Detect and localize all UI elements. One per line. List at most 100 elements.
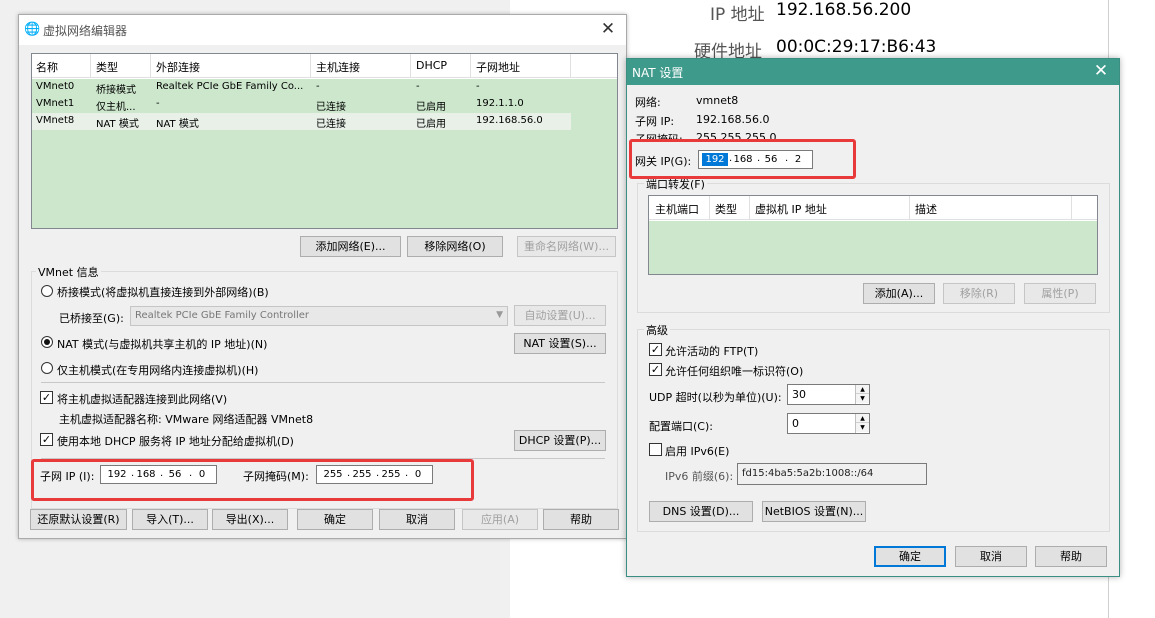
pf-add-button[interactable]: 添加(A)...: [863, 283, 935, 304]
bg-ip-label: IP 地址: [710, 5, 765, 25]
network-label: 网络:: [635, 96, 661, 109]
col-description[interactable]: 描述: [915, 201, 937, 217]
host-only-radio[interactable]: [41, 362, 53, 374]
table-row[interactable]: VMnet0 桥接模式 Realtek PCIe GbE Family Co..…: [32, 79, 617, 96]
config-port-label: 配置端口(C):: [649, 420, 713, 433]
highlight-box: [31, 459, 474, 501]
nat-settings-dialog: NAT 设置 ✕ 网络: vmnet8 子网 IP: 192.168.56.0 …: [626, 58, 1120, 577]
ipv6-prefix-label: IPv6 前缀(6):: [665, 470, 734, 483]
bg-ip-value: 192.168.56.200: [776, 0, 912, 20]
udp-timeout-stepper[interactable]: 30 ▲ ▼: [787, 384, 870, 405]
pf-remove-button[interactable]: 移除(R): [943, 283, 1015, 304]
close-icon[interactable]: ✕: [1091, 61, 1111, 81]
allow-oui-label[interactable]: 允许任何组织唯一标识符(O): [665, 363, 803, 379]
use-dhcp-label[interactable]: 使用本地 DHCP 服务将 IP 地址分配给虚拟机(D): [57, 433, 294, 449]
bg-mac-value: 00:0C:29:17:B6:43: [776, 37, 937, 57]
row-cell: 已启用: [416, 119, 446, 130]
col-type[interactable]: 类型: [715, 201, 737, 217]
table-row-selected[interactable]: VMnet8 NAT 模式 NAT 模式 已连接 已启用 192.168.56.…: [32, 113, 571, 130]
dns-settings-button[interactable]: DNS 设置(D)...: [649, 501, 753, 522]
adapter-name-label: 主机虚拟适配器名称: VMware 网络适配器 VMnet8: [59, 413, 314, 426]
row-cell: VMnet8: [36, 115, 75, 126]
highlight-box: [629, 139, 856, 179]
bridged-to-value: Realtek PCIe GbE Family Controller: [135, 310, 310, 321]
row-cell: 已启用: [416, 102, 446, 113]
auto-settings-button[interactable]: 自动设置(U)...: [514, 305, 606, 326]
row-cell: 192.168.56.0: [476, 115, 543, 126]
use-dhcp-checkbox[interactable]: ✓: [40, 433, 53, 446]
row-cell: NAT 模式: [96, 119, 139, 130]
enable-ipv6-label[interactable]: 启用 IPv6(E): [665, 443, 729, 459]
chevron-down-icon[interactable]: ▼: [856, 423, 869, 432]
row-cell: 已连接: [316, 119, 346, 130]
ipv6-prefix-field[interactable]: fd15:4ba5:5a2b:1008::/64: [737, 463, 927, 485]
col-type[interactable]: 类型: [96, 59, 118, 75]
row-cell: NAT 模式: [156, 119, 199, 130]
nat-mode-label[interactable]: NAT 模式(与虚拟机共享主机的 IP 地址)(N): [57, 336, 267, 352]
row-cell: 已连接: [316, 102, 346, 113]
chevron-up-icon[interactable]: ▲: [856, 385, 869, 394]
connect-adapter-label[interactable]: 将主机虚拟适配器连接到此网络(V): [57, 391, 227, 407]
row-cell: -: [316, 81, 320, 92]
separator: [41, 382, 605, 383]
import-button[interactable]: 导入(T)...: [132, 509, 208, 530]
col-external[interactable]: 外部连接: [156, 59, 200, 75]
allow-ftp-label[interactable]: 允许活动的 FTP(T): [665, 343, 758, 359]
allow-oui-checkbox[interactable]: ✓: [649, 363, 662, 376]
subnet-ip-value: 192.168.56.0: [696, 113, 770, 126]
col-host-port[interactable]: 主机端口: [655, 201, 699, 217]
chevron-down-icon[interactable]: ▼: [856, 394, 869, 403]
port-forwarding-list[interactable]: 主机端口 类型 虚拟机 IP 地址 描述: [648, 195, 1098, 275]
col-name[interactable]: 名称: [36, 59, 58, 75]
export-button[interactable]: 导出(X)...: [212, 509, 288, 530]
pf-properties-button[interactable]: 属性(P): [1024, 283, 1096, 304]
udp-timeout-label: UDP 超时(以秒为单位)(U):: [649, 391, 782, 404]
bridged-mode-label[interactable]: 桥接模式(将虚拟机直接连接到外部网络)(B): [57, 284, 269, 300]
remove-network-button[interactable]: 移除网络(O): [407, 236, 503, 257]
enable-ipv6-checkbox[interactable]: [649, 443, 662, 456]
port-forwarding-header: 主机端口 类型 虚拟机 IP 地址 描述: [649, 196, 1097, 220]
restore-defaults-button[interactable]: 还原默认设置(R): [30, 509, 127, 530]
advanced-label: 高级: [644, 322, 670, 338]
dhcp-settings-button[interactable]: DHCP 设置(P)...: [514, 430, 606, 451]
col-dhcp[interactable]: DHCP: [416, 59, 447, 72]
close-icon[interactable]: ✕: [598, 19, 618, 39]
nat-cancel-button[interactable]: 取消: [955, 546, 1027, 567]
col-subnet[interactable]: 子网地址: [476, 59, 520, 75]
apply-button[interactable]: 应用(A): [462, 509, 538, 530]
nat-ok-button[interactable]: 确定: [874, 546, 946, 567]
config-port-stepper[interactable]: 0 ▲ ▼: [787, 413, 870, 434]
row-cell: VMnet0: [36, 81, 75, 92]
network-list[interactable]: 名称 类型 外部连接 主机连接 DHCP 子网地址 VMnet0 桥接模式 Re…: [31, 53, 618, 229]
netbios-settings-button[interactable]: NetBIOS 设置(N)...: [762, 501, 866, 522]
editor-titlebar: 🌐 虚拟网络编辑器 ✕: [19, 15, 626, 45]
nat-settings-button[interactable]: NAT 设置(S)...: [514, 333, 606, 354]
row-cell: Realtek PCIe GbE Family Co...: [156, 81, 304, 92]
row-cell: VMnet1: [36, 98, 75, 109]
host-only-label[interactable]: 仅主机模式(在专用网络内连接虚拟机)(H): [57, 362, 258, 378]
col-host[interactable]: 主机连接: [316, 59, 360, 75]
cancel-button[interactable]: 取消: [379, 509, 455, 530]
nat-help-button[interactable]: 帮助: [1035, 546, 1107, 567]
chevron-down-icon: ▼: [496, 310, 503, 320]
virtual-network-editor-dialog: 🌐 虚拟网络编辑器 ✕ 名称 类型 外部连接 主机连接 DHCP 子网地址 VM…: [18, 14, 627, 539]
chevron-up-icon[interactable]: ▲: [856, 414, 869, 423]
rename-network-button[interactable]: 重命名网络(W)...: [517, 236, 616, 257]
connect-adapter-checkbox[interactable]: ✓: [40, 391, 53, 404]
help-button[interactable]: 帮助: [543, 509, 619, 530]
udp-timeout-value: 30: [792, 388, 806, 401]
nat-titlebar: NAT 设置 ✕: [627, 59, 1119, 85]
port-forwarding-body: [649, 221, 1097, 274]
allow-ftp-checkbox[interactable]: ✓: [649, 343, 662, 356]
add-network-button[interactable]: 添加网络(E)...: [300, 236, 401, 257]
ok-button[interactable]: 确定: [297, 509, 373, 530]
bridged-to-select[interactable]: Realtek PCIe GbE Family Controller ▼: [130, 306, 508, 326]
nat-mode-radio[interactable]: [41, 336, 53, 348]
network-list-body: VMnet0 桥接模式 Realtek PCIe GbE Family Co..…: [32, 79, 617, 228]
network-list-header: 名称 类型 外部连接 主机连接 DHCP 子网地址: [32, 54, 617, 78]
row-cell: -: [156, 98, 160, 109]
col-vm-ip[interactable]: 虚拟机 IP 地址: [755, 201, 827, 217]
nat-title: NAT 设置: [632, 66, 684, 80]
table-row[interactable]: VMnet1 仅主机... - 已连接 已启用 192.1.1.0: [32, 96, 617, 113]
bridged-mode-radio[interactable]: [41, 285, 53, 297]
